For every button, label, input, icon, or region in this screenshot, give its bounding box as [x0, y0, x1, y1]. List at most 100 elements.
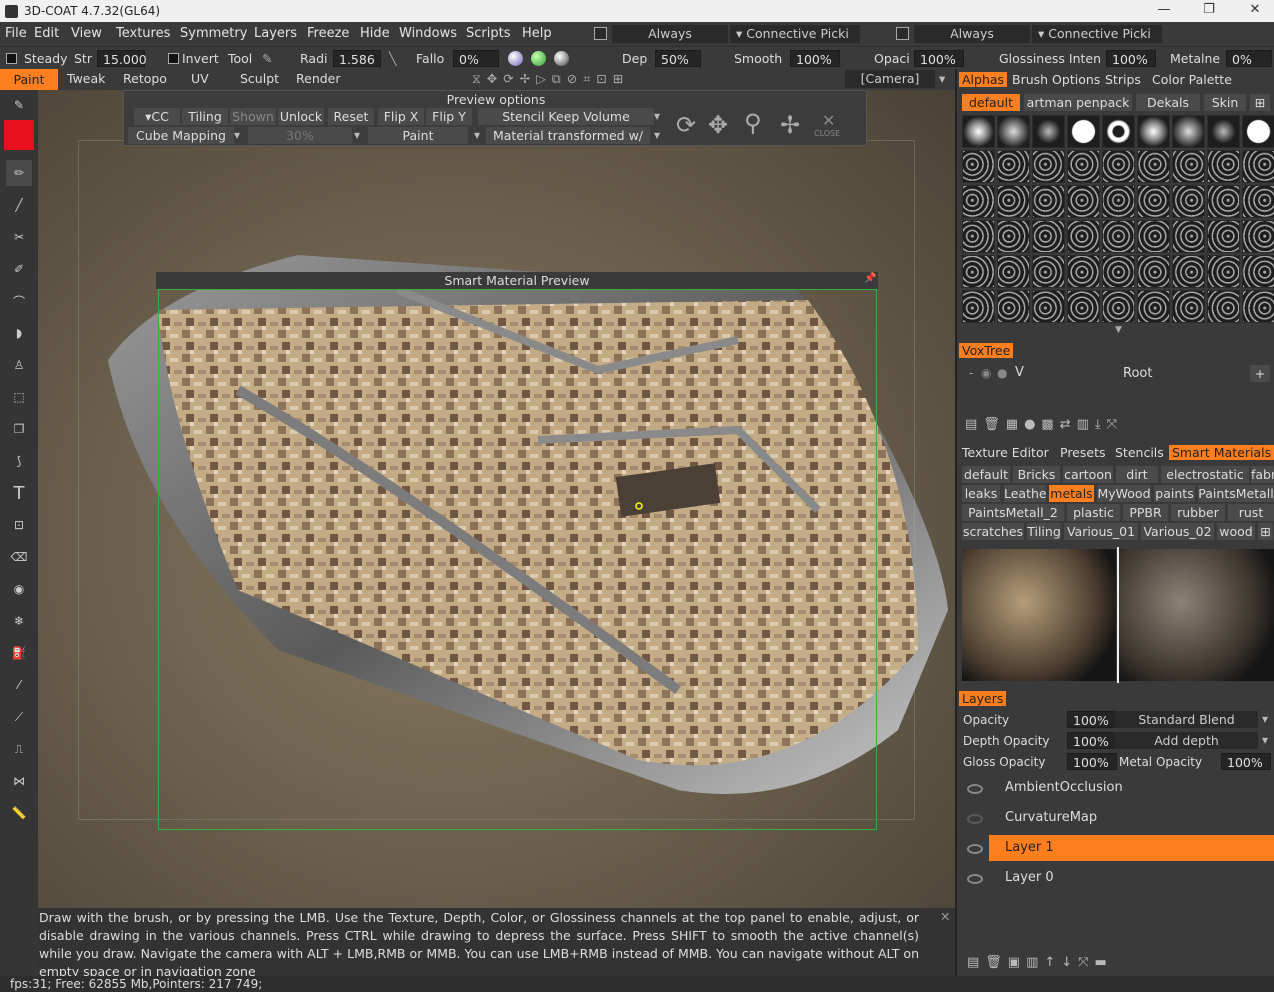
material-folder-leaks[interactable]: leaks [962, 485, 1000, 502]
alpha-thumbnail[interactable] [1067, 220, 1100, 253]
tab-texture-editor[interactable]: Texture Editor [962, 445, 1049, 460]
eye-icon[interactable] [967, 784, 983, 794]
menu-textures[interactable]: Textures [116, 26, 170, 41]
unlock-button[interactable]: Unlock [278, 108, 324, 125]
alpha-thumbnail[interactable] [1137, 290, 1170, 323]
connective-dropdown-2[interactable]: ▾ Connective Picki [1032, 25, 1162, 43]
alpha-thumbnail[interactable] [1102, 290, 1135, 323]
maximize-button[interactable]: ❐ [1197, 2, 1221, 20]
menu-file[interactable]: File [5, 26, 27, 41]
chevron-down-icon[interactable]: ▾ [234, 128, 240, 142]
alpha-thumbnail[interactable] [1032, 220, 1065, 253]
tab-color-palette[interactable]: Color Palette [1152, 72, 1232, 87]
alpha-thumbnail[interactable] [1242, 220, 1274, 253]
strength-field[interactable]: 15.000 [97, 50, 147, 67]
layer-row-selected[interactable]: Layer 1 [989, 835, 1274, 861]
close-label[interactable]: CLOSE [814, 129, 840, 138]
always-dropdown-1[interactable]: Always [612, 25, 728, 43]
alpha-thumbnail[interactable] [997, 115, 1030, 148]
ghost-icon[interactable]: ● [997, 366, 1007, 380]
close-icon[interactable]: ✕ [822, 111, 835, 130]
tab-alphas[interactable]: Alphas [959, 72, 1008, 87]
menu-windows[interactable]: Windows [399, 26, 457, 41]
copy-icon[interactable]: ❐ [6, 416, 32, 442]
layer-opacity-field[interactable]: 100% [1067, 711, 1117, 728]
cc-dropdown[interactable]: ▾CC [134, 108, 180, 125]
chevron-down-icon[interactable]: ▾ [939, 71, 945, 86]
material-folder-various-01[interactable]: Various_01 [1064, 523, 1138, 540]
texture-channel-icon[interactable] [508, 51, 523, 66]
alpha-thumbnail[interactable] [1207, 185, 1240, 218]
metal-opacity-field[interactable]: 100% [1221, 753, 1271, 770]
alpha-thumbnail[interactable] [1172, 115, 1205, 148]
tab-stencils[interactable]: Stencils [1115, 445, 1164, 460]
chevron-down-icon[interactable]: ▾ [654, 128, 660, 142]
material-folder-electrostatic[interactable]: electrostatic [1161, 466, 1249, 483]
move-icon[interactable]: ✥ [708, 111, 728, 139]
material-folder-leather[interactable]: Leather [1004, 485, 1046, 502]
rotate-icon[interactable]: ⟳ [676, 111, 696, 139]
alpha-thumbnail[interactable] [1207, 115, 1240, 148]
alpha-thumbnail[interactable] [997, 290, 1030, 323]
menu-view[interactable]: View [71, 26, 102, 41]
gloss-opacity-field[interactable]: 100% [1067, 753, 1117, 770]
add-folder-icon[interactable]: ⊞ [1258, 523, 1273, 540]
invert-tool-checkbox[interactable] [168, 53, 179, 64]
alpha-thumbnail[interactable] [1172, 220, 1205, 253]
alpha-thumbnail[interactable] [1067, 255, 1100, 288]
transform-icon[interactable]: ⎍ [6, 736, 32, 762]
alpha-thumbnail[interactable] [1172, 185, 1205, 218]
alpha-thumbnail[interactable] [1242, 185, 1274, 218]
chevron-down-icon[interactable]: ▾ [1262, 712, 1268, 726]
material-folder-mywood[interactable]: MyWood [1097, 485, 1151, 502]
knife-icon[interactable]: ⟋ [6, 704, 32, 730]
opacity-field[interactable]: 100% [914, 50, 964, 67]
alpha-thumbnail[interactable] [1067, 185, 1100, 218]
material-folder-cartoon[interactable]: cartoon [1063, 466, 1113, 483]
alpha-thumbnail[interactable] [1207, 150, 1240, 183]
alpha-thumbnail[interactable] [962, 185, 995, 218]
menu-edit[interactable]: Edit [34, 26, 59, 41]
alpha-thumbnail[interactable] [962, 255, 995, 288]
alpha-thumbnail[interactable] [1137, 185, 1170, 218]
menu-hide[interactable]: Hide [360, 26, 390, 41]
add-volume-icon[interactable]: + [1250, 365, 1270, 382]
alpha-thumbnail[interactable] [962, 220, 995, 253]
alpha-thumbnail[interactable] [1032, 185, 1065, 218]
material-preview-1[interactable] [962, 549, 1116, 681]
material-folder-rust[interactable]: rust [1228, 504, 1274, 521]
alpha-thumbnail[interactable] [1137, 115, 1170, 148]
material-folder-default[interactable]: default [962, 466, 1010, 483]
eraser-icon[interactable]: ⌫ [6, 544, 32, 570]
root-volume[interactable]: Root [1123, 366, 1152, 381]
material-folder-wood[interactable]: wood [1217, 523, 1255, 540]
alpha-thumbnail[interactable] [1102, 220, 1135, 253]
alpha-thumbnail[interactable] [962, 290, 995, 323]
blend-mode-dropdown[interactable]: Standard Blend [1115, 711, 1258, 728]
text-tool-icon[interactable]: T [6, 480, 32, 506]
chevron-down-icon[interactable]: ▼ [1115, 325, 1122, 335]
freeze-icon[interactable]: ❄ [6, 608, 32, 634]
alpha-thumbnail[interactable] [1137, 150, 1170, 183]
shown-button[interactable]: Shown [230, 108, 276, 125]
alpha-thumbnail[interactable] [1067, 115, 1100, 148]
chevron-down-icon[interactable]: ▾ [354, 128, 360, 142]
alpha-thumbnail[interactable] [1172, 150, 1205, 183]
room-tab-tweak[interactable]: Tweak [67, 71, 105, 86]
flip-x-button[interactable]: Flip X [378, 108, 424, 125]
eyedropper-icon[interactable]: ⁄ [6, 672, 32, 698]
alpha-thumbnail[interactable] [1032, 150, 1065, 183]
connective-dropdown-1[interactable]: ▾ Connective Picki [730, 25, 860, 43]
material-folder-tiling[interactable]: Tiling [1027, 523, 1061, 540]
material-folder-scratches[interactable]: scratches [962, 523, 1024, 540]
alpha-thumbnail[interactable] [1067, 290, 1100, 323]
room-tab-uv[interactable]: UV [191, 71, 209, 86]
paint-tool-icon[interactable]: ✏ [6, 160, 32, 186]
menu-scripts[interactable]: Scripts [466, 26, 510, 41]
menu-layers[interactable]: Layers [254, 26, 297, 41]
alpha-thumbnail[interactable] [1032, 255, 1065, 288]
pen-line-icon[interactable]: ╱ [6, 192, 32, 218]
material-folder-fabric[interactable]: fabric [1251, 466, 1274, 483]
material-folder-ppbr[interactable]: PPBR [1123, 504, 1168, 521]
close-icon[interactable]: ✕ [940, 908, 950, 926]
